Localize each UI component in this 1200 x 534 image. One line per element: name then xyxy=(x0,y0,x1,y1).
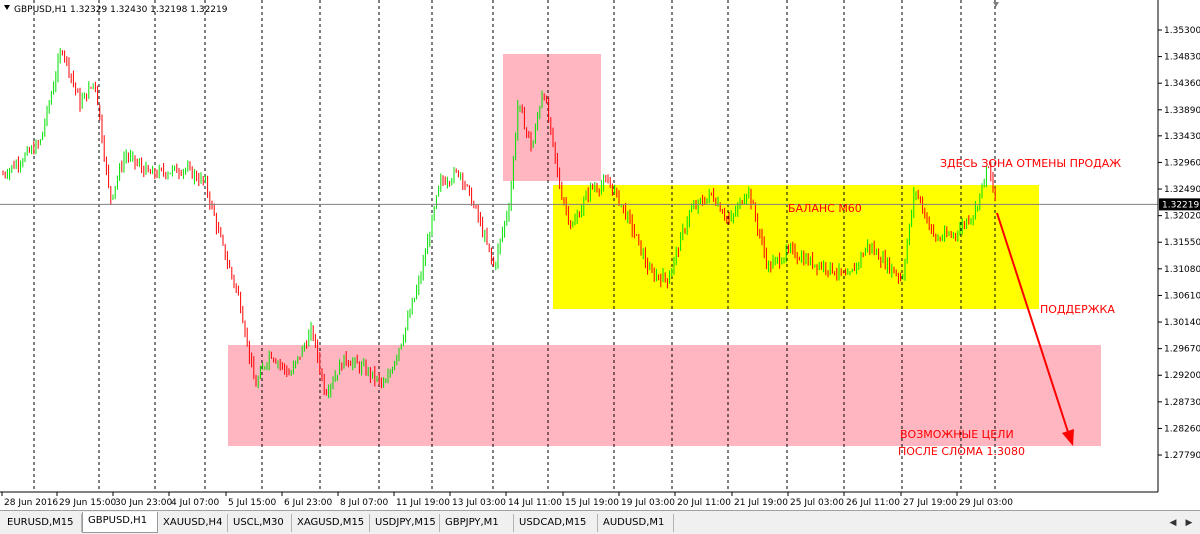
time-label: 15 Jul 19:00 xyxy=(565,498,619,508)
time-label: 30 Jun 23:00 xyxy=(115,498,172,508)
annotation-balance: БАЛАНС М60 xyxy=(788,202,862,215)
price-label: 1.31550 xyxy=(1164,238,1200,248)
time-label: 20 Jul 11:00 xyxy=(677,498,731,508)
tab-xauusd-h4[interactable]: XAUUSD,H4 xyxy=(158,514,228,532)
price-label: 1.34830 xyxy=(1164,53,1200,63)
arrow-right-icon[interactable]: ▶ xyxy=(1182,516,1196,530)
price-label: 1.28730 xyxy=(1164,398,1200,408)
price-label: 1.32020 xyxy=(1164,212,1200,222)
time-label: 21 Jul 19:00 xyxy=(734,498,788,508)
time-label: 4 Jul 07:00 xyxy=(171,498,220,508)
price-label: 1.35300 xyxy=(1164,26,1200,36)
tab-eurusd-m15[interactable]: EURUSD,M15 xyxy=(2,514,82,532)
shift-marker-icon xyxy=(993,2,999,7)
tab-usdjpy-m15[interactable]: USDJPY,M15 xyxy=(370,514,440,532)
annotation-support: ПОДДЕРЖКА xyxy=(1040,303,1115,316)
annotation-targets-line1: ВОЗМОЖНЫЕ ЦЕЛИ xyxy=(900,428,1014,441)
time-label: 11 Jul 19:00 xyxy=(396,498,450,508)
price-label: 1.30610 xyxy=(1164,291,1200,301)
chart-header: GBPUSD,H1 1.32329 1.32430 1.32198 1.3221… xyxy=(14,5,228,15)
tab-xagusd-m15[interactable]: XAGUSD,M15 xyxy=(292,514,370,532)
current-price-label: 1.32219 xyxy=(1162,200,1199,210)
price-label: 1.31080 xyxy=(1164,265,1200,275)
price-label: 1.29670 xyxy=(1164,345,1200,355)
time-label: 6 Jul 23:00 xyxy=(284,498,333,508)
price-label: 1.32490 xyxy=(1164,185,1200,195)
time-label: 5 Jul 15:00 xyxy=(228,498,277,508)
price-label: 1.29200 xyxy=(1164,371,1200,381)
tab-usdcad-m15[interactable]: USDCAD,M15 xyxy=(514,514,598,532)
price-chart[interactable]: 1.35300 1.34830 1.34360 1.33890 1.33430 1.329… xyxy=(0,0,1200,510)
price-label: 1.33890 xyxy=(1164,106,1200,116)
time-label: 29 Jul 03:00 xyxy=(959,498,1013,508)
tab-gbpusd-h1[interactable]: GBPUSD,H1 xyxy=(82,512,158,533)
price-label: 1.30140 xyxy=(1164,318,1200,328)
time-label: 8 Jul 07:00 xyxy=(340,498,389,508)
price-label: 1.28260 xyxy=(1164,424,1200,434)
time-label: 28 Jun 2016 xyxy=(4,498,58,508)
time-label: 27 Jul 19:00 xyxy=(903,498,957,508)
chart-window[interactable]: 1.35300 1.34830 1.34360 1.33890 1.33430 1.329… xyxy=(0,0,1200,510)
annotation-targets-line2: ПОСЛЕ СЛОМА 1.3080 xyxy=(898,445,1025,458)
tab-uscl-m30[interactable]: USCL,M30 xyxy=(228,514,292,532)
arrow-left-icon[interactable]: ◀ xyxy=(1166,516,1180,530)
annotation-cancel-zone: ЗДЕСЬ ЗОНА ОТМЕНЫ ПРОДАЖ xyxy=(940,157,1121,170)
price-label: 1.27790 xyxy=(1164,451,1200,461)
time-label: 26 Jul 11:00 xyxy=(846,498,900,508)
time-label: 25 Jul 03:00 xyxy=(790,498,844,508)
tab-audusd-m1[interactable]: AUDUSD,M1 xyxy=(598,514,674,532)
price-label: 1.33430 xyxy=(1164,132,1200,142)
chevron-down-icon xyxy=(4,5,10,10)
time-label: 19 Jul 03:00 xyxy=(621,498,675,508)
tab-gbpjpy-m1[interactable]: GBPJPY,M1 xyxy=(440,514,514,532)
time-label: 29 Jun 15:00 xyxy=(59,498,116,508)
time-label: 13 Jul 03:00 xyxy=(452,498,506,508)
time-label: 14 Jul 11:00 xyxy=(508,498,562,508)
chart-tabs-bar: EURUSD,M15 GBPUSD,H1 XAUUSD,H4 USCL,M30 XAGU… xyxy=(0,510,1200,534)
price-label: 1.32960 xyxy=(1164,158,1200,168)
price-label: 1.34360 xyxy=(1164,79,1200,89)
